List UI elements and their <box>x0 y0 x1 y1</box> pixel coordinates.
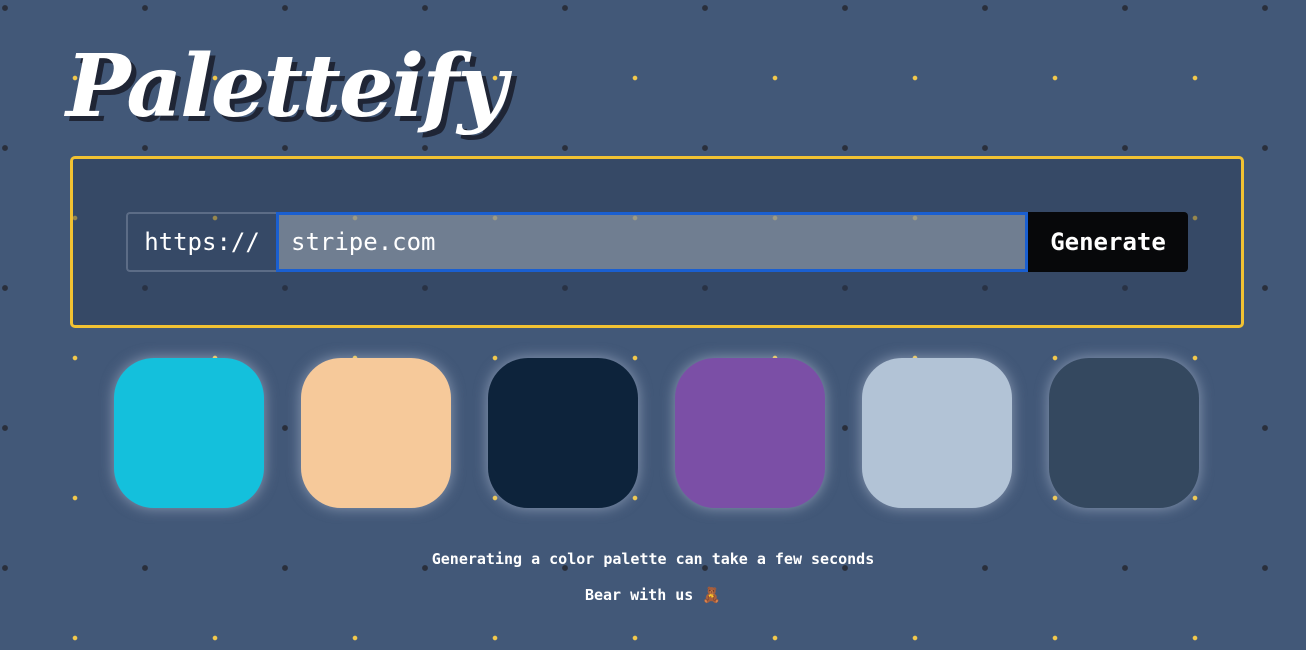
generate-button[interactable]: Generate <box>1028 212 1188 272</box>
color-swatch-2[interactable] <box>301 358 451 508</box>
bear-message: Bear with us 🧸 <box>584 586 722 604</box>
app-logo: Paletteify <box>66 36 507 137</box>
url-form: https:// Generate <box>126 212 1188 272</box>
color-swatch-1[interactable] <box>114 358 264 508</box>
color-swatch-6[interactable] <box>1049 358 1199 508</box>
color-swatch-3[interactable] <box>488 358 638 508</box>
url-panel: https:// Generate <box>70 156 1244 328</box>
url-input[interactable] <box>276 212 1028 272</box>
color-swatch-4[interactable] <box>675 358 825 508</box>
color-swatch-5[interactable] <box>862 358 1012 508</box>
url-prefix: https:// <box>126 212 276 272</box>
loading-message: Generating a color palette can take a fe… <box>431 550 875 568</box>
palette-swatches <box>114 358 1199 508</box>
